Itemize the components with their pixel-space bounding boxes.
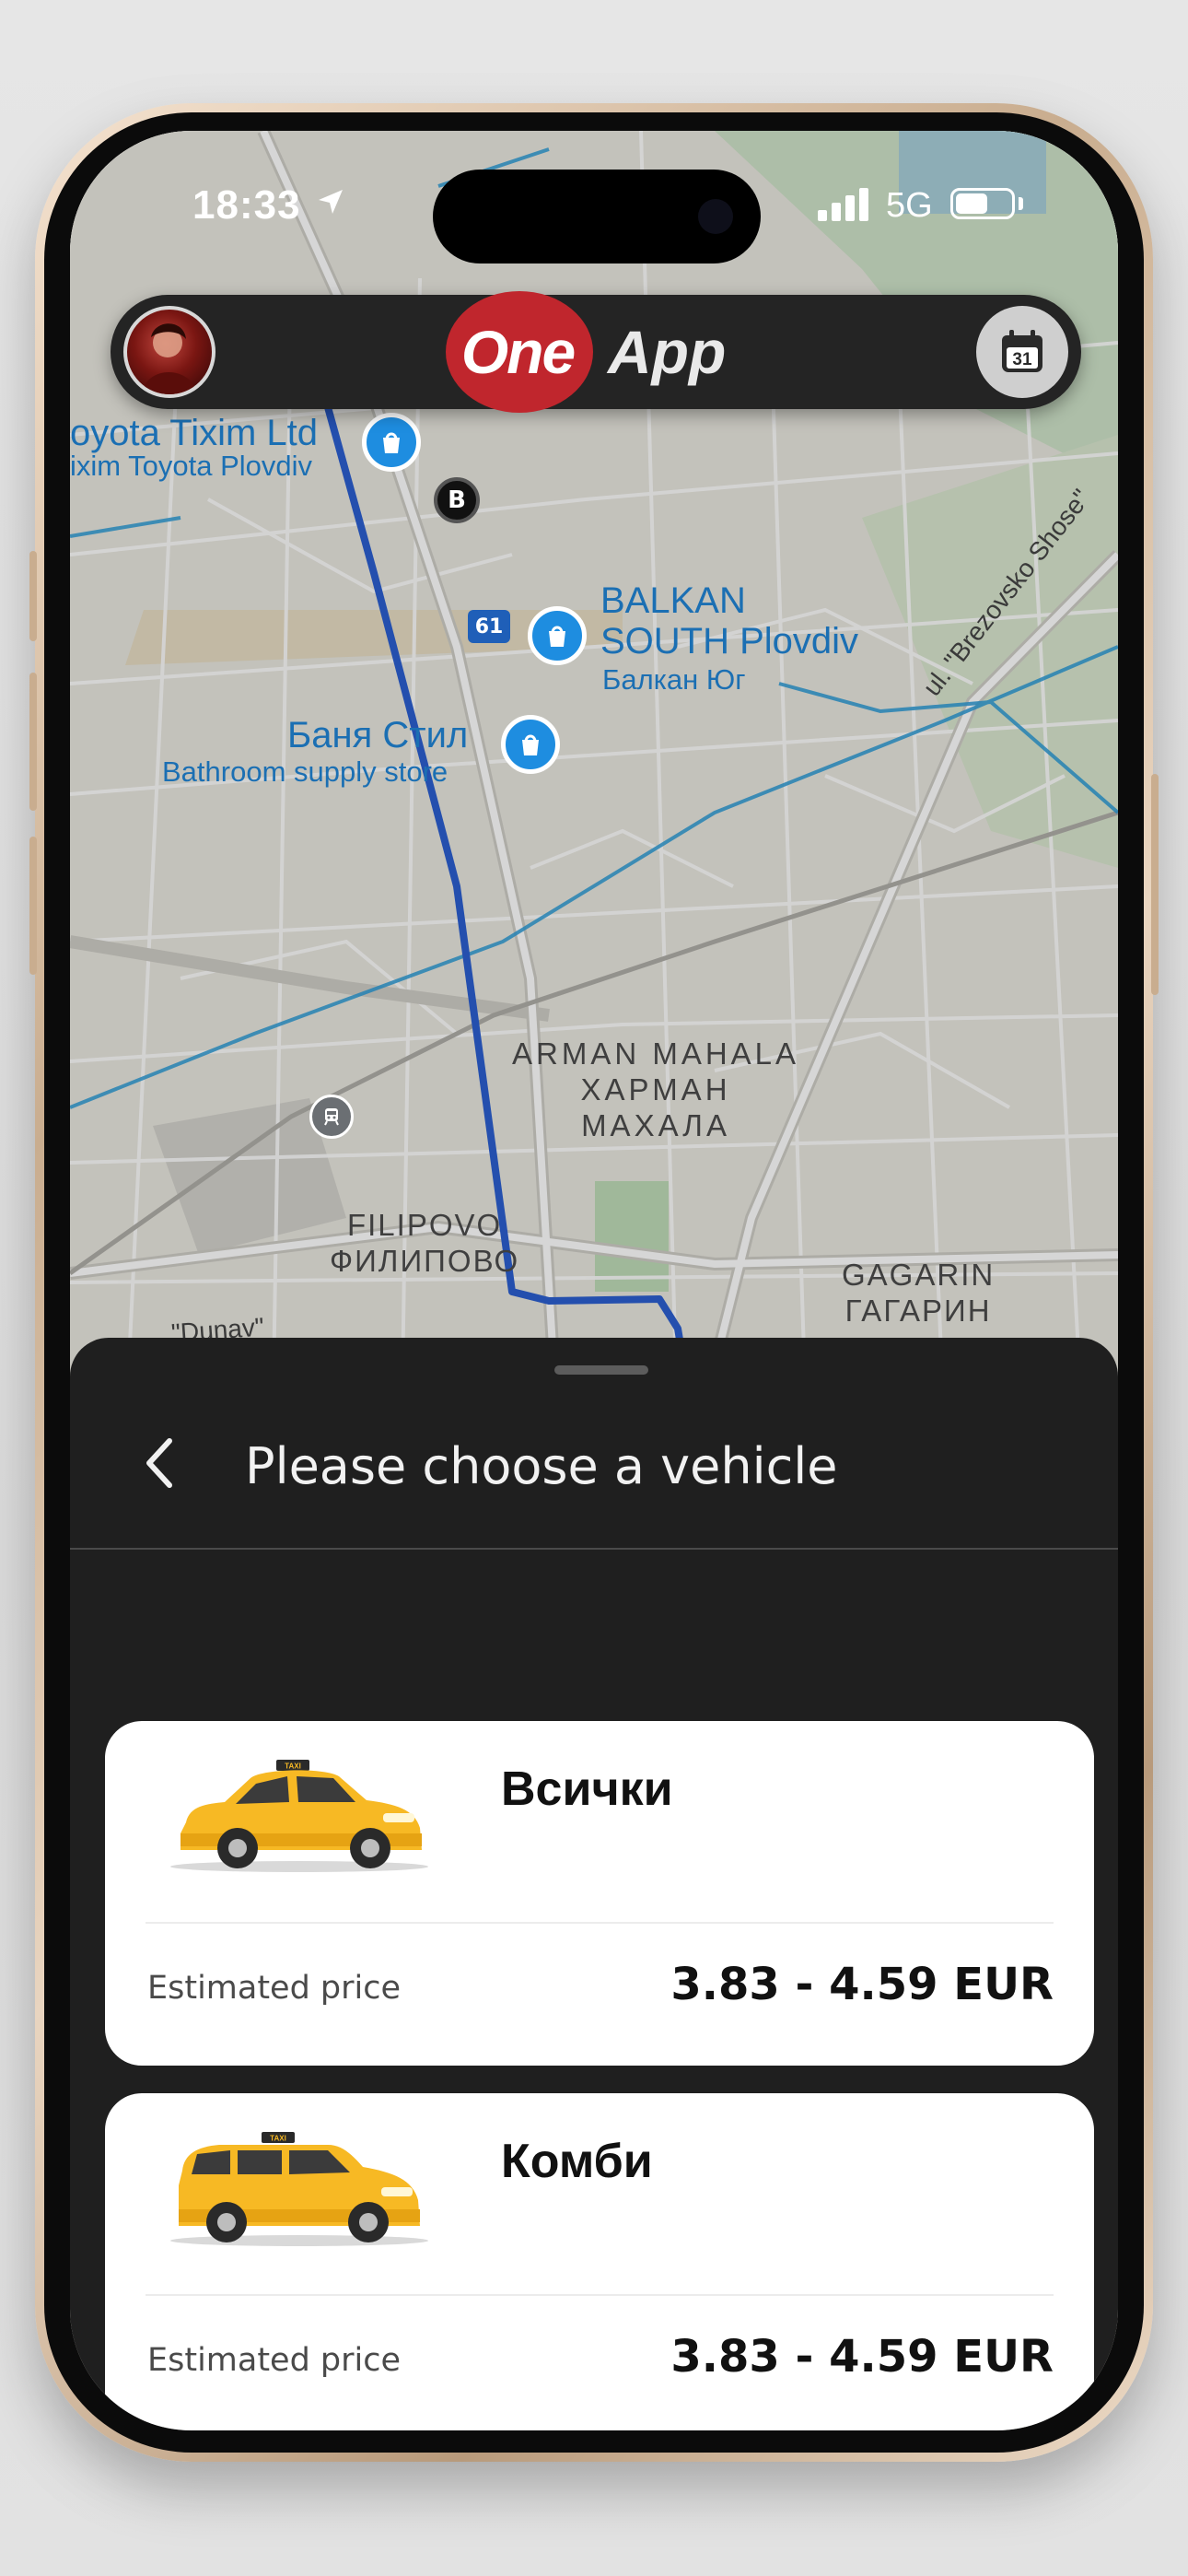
district-line: ХАРМАН — [580, 1072, 731, 1107]
location-arrow-icon — [319, 190, 343, 214]
vehicle-option-kombi[interactable]: TAXI Комби Estimated price 3.83 - 4.59 E… — [105, 2093, 1094, 2430]
vehicle-name: Комби — [501, 2135, 653, 2188]
taxi-wagon-icon: TAXI — [170, 2132, 428, 2246]
status-time: 18:33 — [192, 182, 301, 228]
map-poi-name: oyota Tixim Ltd — [70, 413, 319, 453]
status-bar: 18:33 5G — [70, 131, 1118, 263]
back-button[interactable] — [123, 1426, 197, 1500]
side-button — [29, 673, 37, 811]
app-header: One App 31 — [111, 291, 1081, 413]
sheet-title: Please choose a vehicle — [245, 1437, 838, 1495]
map-district-label: FILIPOVO ФИЛИПОВО — [330, 1207, 519, 1279]
route-point-marker[interactable]: B — [434, 477, 480, 523]
vehicle-option-all[interactable]: TAXI Всички Estimated price 3.83 - 4.59 … — [105, 1721, 1094, 2066]
price-value: 3.83 - 4.59 EUR — [670, 1959, 1054, 2010]
front-camera — [698, 199, 733, 234]
shopping-bag-icon[interactable] — [362, 413, 421, 472]
dynamic-island — [433, 170, 761, 263]
price-label: Estimated price — [147, 2342, 402, 2379]
phone-screen: oyota Tixim Ltd ixim Toyota Plovdiv B 61… — [70, 131, 1118, 2430]
logo-part-two: App — [608, 318, 727, 386]
calendar-icon: 31 — [1002, 330, 1042, 372]
calendar-button[interactable]: 31 — [976, 306, 1068, 398]
train-station-icon[interactable] — [309, 1095, 354, 1139]
district-line: ГАГАРИН — [844, 1294, 992, 1328]
battery-tip — [1019, 197, 1023, 210]
road-number-shield: 61 — [468, 610, 510, 643]
taxi-sign-text: TAXI — [270, 2135, 286, 2143]
app-logo: One App — [440, 291, 727, 413]
shopping-bag-icon[interactable] — [501, 715, 560, 774]
network-type: 5G — [886, 186, 933, 225]
district-line: ФИЛИПОВО — [330, 1244, 520, 1278]
district-line: МАХАЛА — [581, 1108, 730, 1142]
map-poi-sub: ixim Toyota Plovdiv — [70, 450, 313, 482]
taxi-sign-text: TAXI — [285, 1762, 301, 1771]
map-district-label: ARMAN MAHALA ХАРМАН МАХАЛА — [512, 1036, 799, 1143]
map-poi-sub: Балкан Юг — [602, 663, 746, 696]
vehicle-sheet: Please choose a vehicle TAXI Всички Esti… — [70, 1338, 1118, 2430]
logo-part-one: One — [460, 318, 576, 386]
map-poi-name: BALKAN — [600, 580, 746, 621]
taxi-sedan-icon: TAXI — [170, 1760, 428, 1872]
price-value: 3.83 - 4.59 EUR — [670, 2331, 1054, 2383]
sheet-drag-handle[interactable] — [554, 1365, 648, 1375]
side-button — [29, 551, 37, 641]
map-poi-name-line2: SOUTH Plovdiv — [600, 621, 859, 662]
divider — [70, 1548, 1118, 1550]
map-district-label: GAGARIN ГАГАРИН — [842, 1257, 995, 1329]
divider — [146, 1922, 1054, 1924]
map-poi-name: Баня Стил — [287, 715, 469, 755]
battery-icon — [950, 188, 1015, 219]
logo-one-badge: One — [440, 291, 595, 413]
side-button — [29, 837, 37, 975]
district-line: ARMAN MAHALA — [512, 1036, 800, 1071]
chevron-left-icon — [146, 1438, 172, 1488]
divider — [146, 2294, 1054, 2296]
calendar-day: 31 — [1012, 350, 1032, 369]
side-button — [1151, 774, 1159, 995]
price-label: Estimated price — [147, 1970, 402, 2007]
map-poi-sub: Bathroom supply store — [162, 755, 448, 788]
district-line: FILIPOVO — [346, 1208, 503, 1242]
shopping-bag-icon[interactable] — [528, 606, 587, 665]
avatar[interactable] — [123, 306, 215, 398]
cellular-signal-icon — [818, 188, 868, 221]
vehicle-name: Всички — [501, 1762, 673, 1816]
district-line: GAGARIN — [842, 1258, 996, 1292]
